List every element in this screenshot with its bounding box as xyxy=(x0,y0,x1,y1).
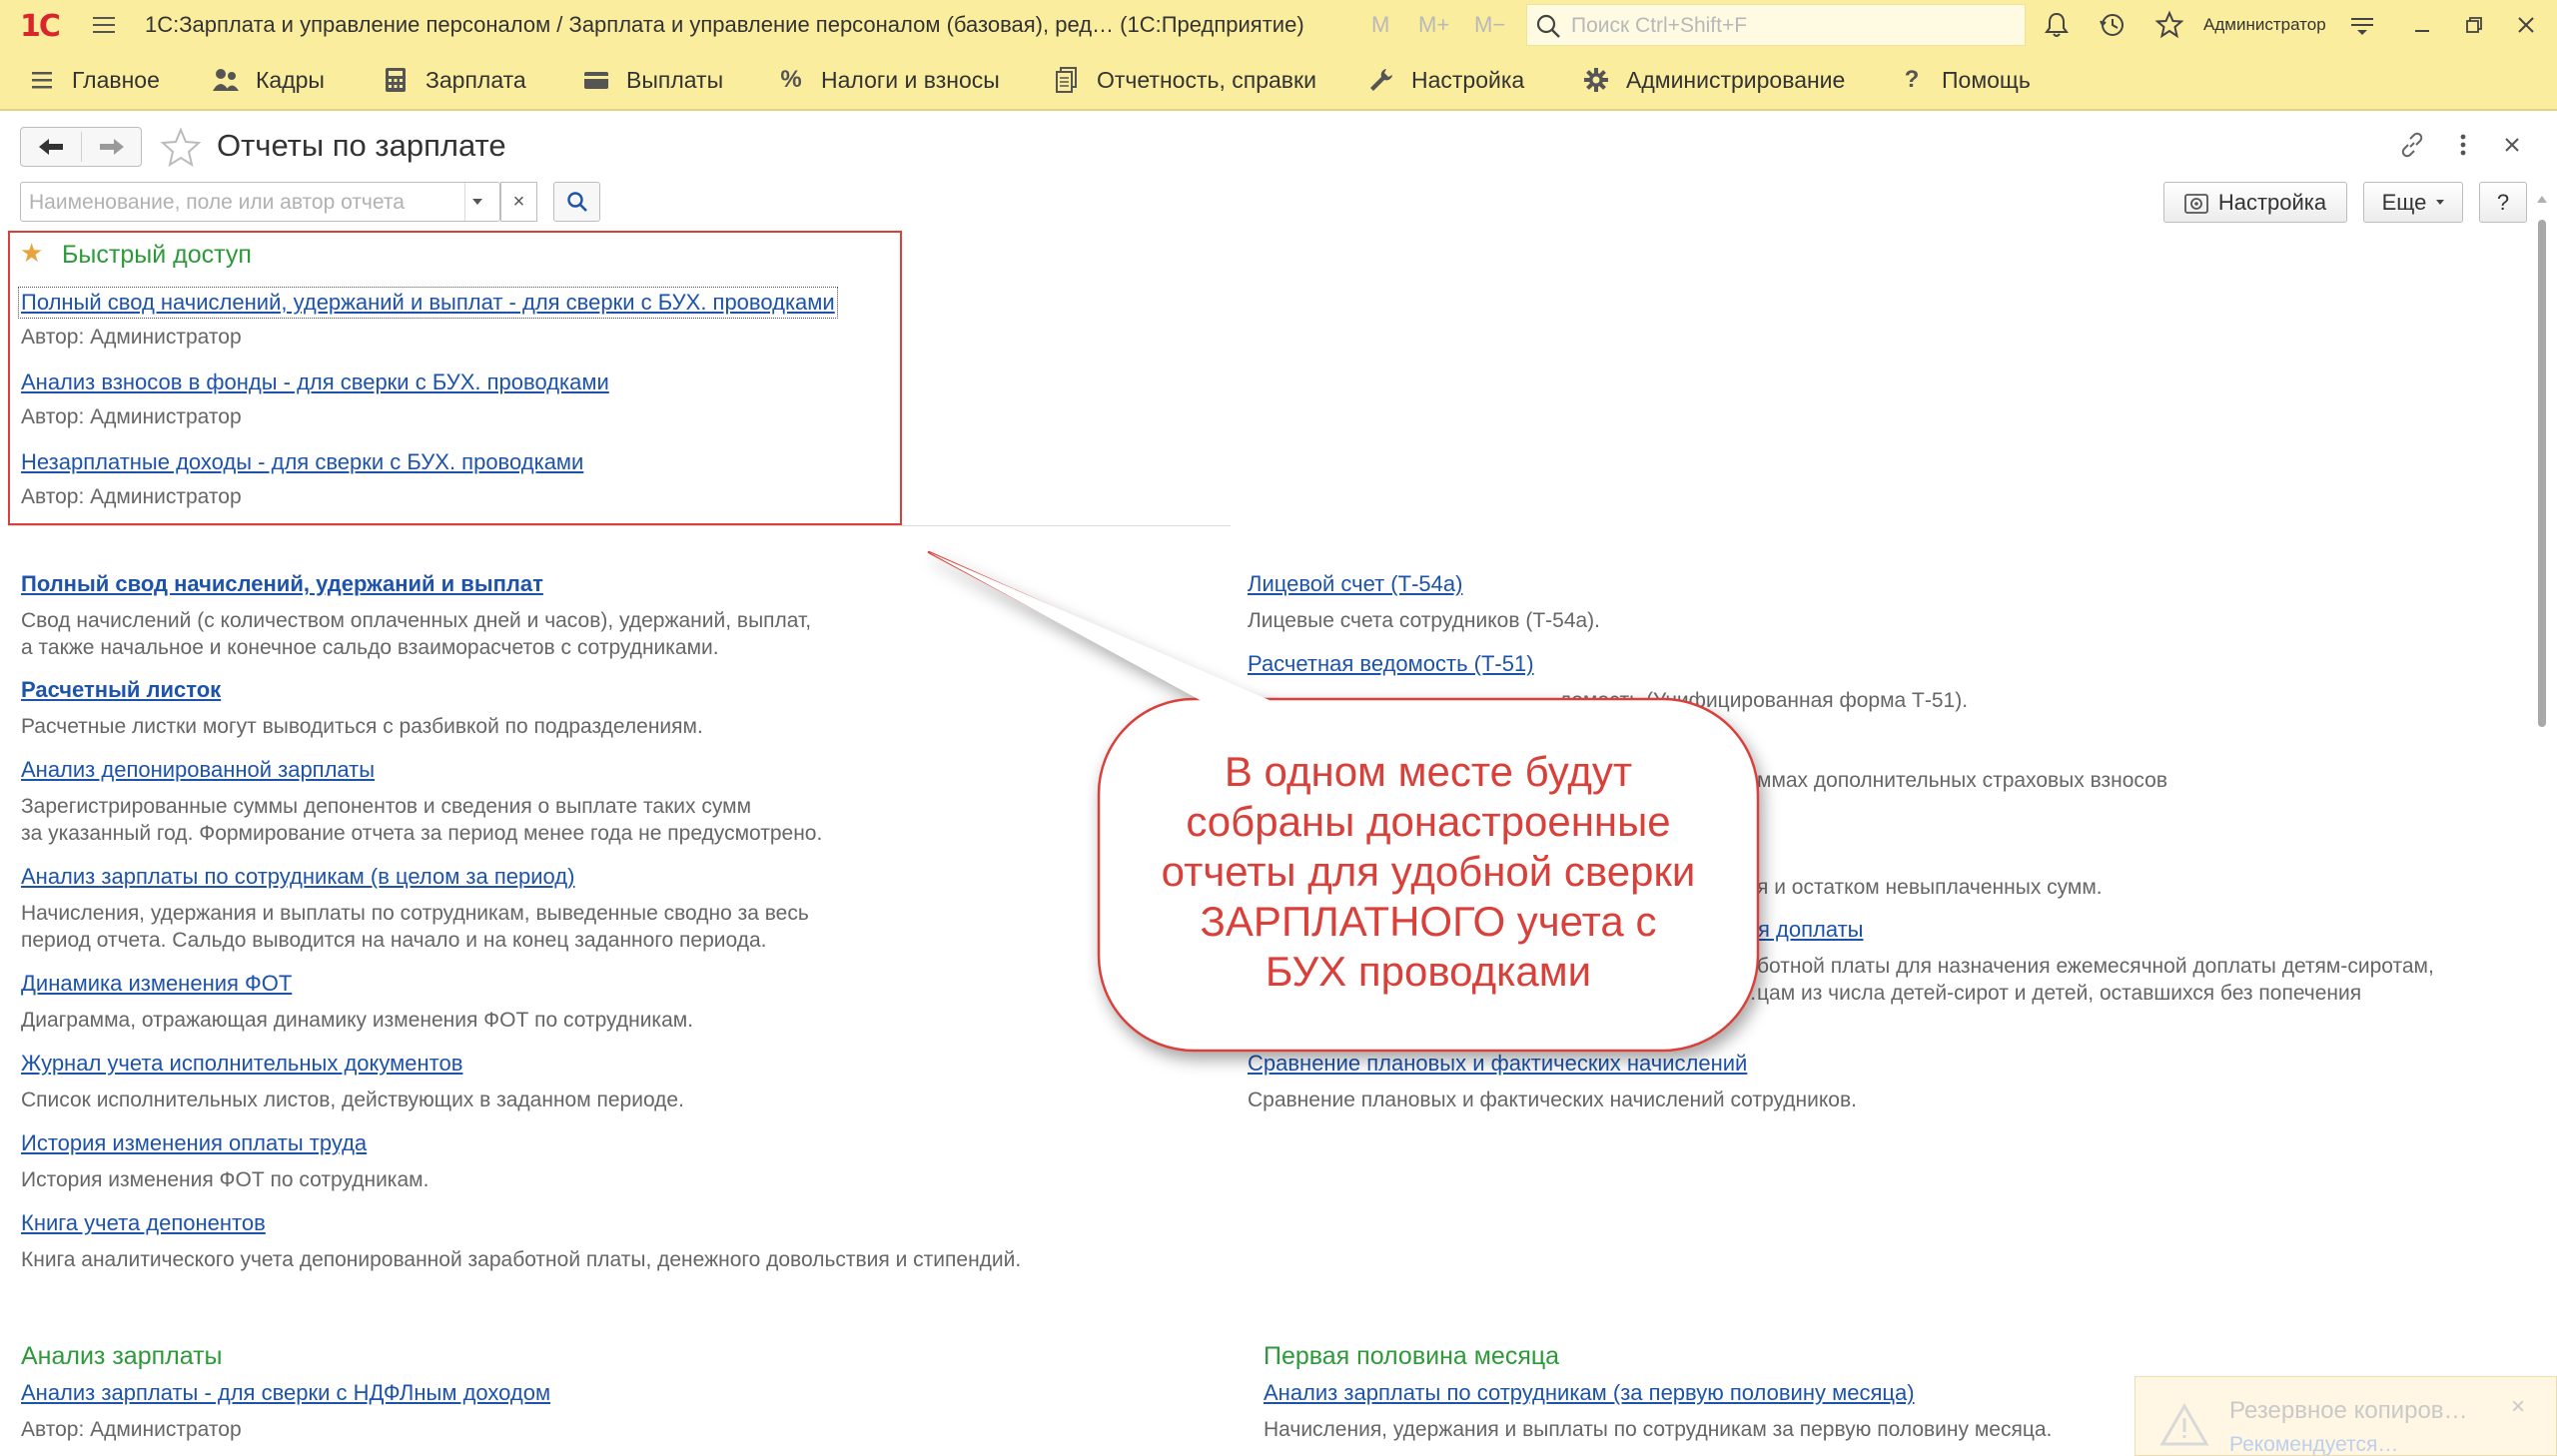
notification-title: Резервное копиров… xyxy=(2229,1397,2468,1424)
notification-close-icon[interactable]: × xyxy=(2511,1393,2525,1421)
callout-bubble xyxy=(927,550,1760,1053)
notification-subtitle[interactable]: Рекомендуется… xyxy=(2229,1433,2398,1455)
warning-icon xyxy=(2159,1403,2209,1446)
backup-notification[interactable]: Резервное копиров… Рекомендуется… × xyxy=(2134,1376,2557,1456)
callout-text: В одном месте будут собраны донастроенны… xyxy=(1161,748,1696,995)
